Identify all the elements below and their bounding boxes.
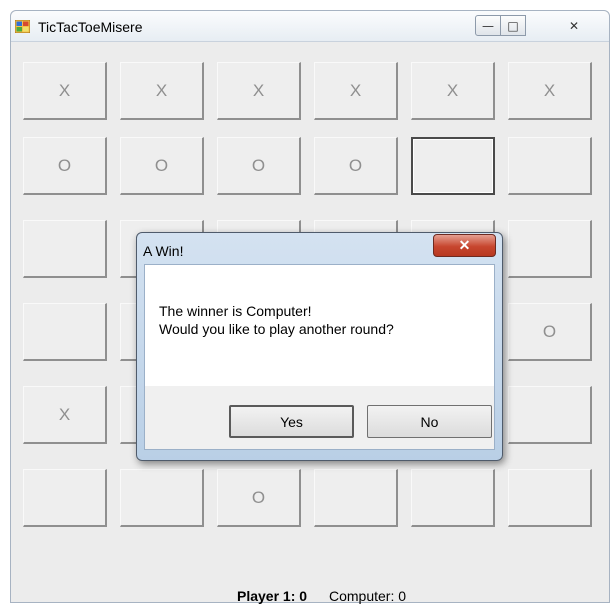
board-cell-r6-c1[interactable] (23, 469, 107, 527)
dialog-message: The winner is Computer! Would you like t… (159, 302, 394, 338)
title-bar[interactable]: TicTacToeMisere — □ ✕ (11, 11, 609, 42)
yes-button[interactable]: Yes (229, 405, 354, 438)
board-cell-r5-c1[interactable]: X (23, 386, 107, 444)
board-cell-r2-c4[interactable]: O (314, 137, 398, 195)
board-cell-r2-c6[interactable] (508, 137, 592, 195)
minimize-button[interactable]: — (475, 15, 501, 36)
board-cell-r6-c3[interactable]: O (217, 469, 301, 527)
board-cell-r2-c2[interactable]: O (120, 137, 204, 195)
no-button[interactable]: No (367, 405, 492, 438)
board-cell-r3-c1[interactable] (23, 220, 107, 278)
dialog-title: A Win! (143, 243, 184, 259)
board-cell-r6-c2[interactable] (120, 469, 204, 527)
board-cell-r2-c5[interactable] (411, 137, 495, 195)
board-cell-r1-c5[interactable]: X (411, 62, 495, 120)
board-cell-r2-c3[interactable]: O (217, 137, 301, 195)
board-cell-r4-c1[interactable] (23, 303, 107, 361)
win-dialog: A Win! ✕ The winner is Computer! Would y… (136, 232, 503, 461)
close-button[interactable]: ✕ (525, 15, 601, 36)
dialog-message-line-1: The winner is Computer! (159, 303, 312, 319)
board-cell-r6-c4[interactable] (314, 469, 398, 527)
window-title: TicTacToeMisere (38, 19, 143, 35)
dialog-footer: Yes No (145, 386, 494, 449)
close-icon: ✕ (568, 18, 579, 33)
dialog-message-line-2: Would you like to play another round? (159, 321, 394, 337)
board-cell-r1-c3[interactable]: X (217, 62, 301, 120)
board-cell-r6-c5[interactable] (411, 469, 495, 527)
computer-score: Computer: 0 (329, 588, 407, 604)
board-cell-r3-c6[interactable] (508, 220, 592, 278)
board-cell-r2-c1[interactable]: O (23, 137, 107, 195)
board-cell-r1-c4[interactable]: X (314, 62, 398, 120)
dialog-close-button[interactable]: ✕ (433, 234, 496, 257)
dialog-body: The winner is Computer! Would you like t… (144, 264, 495, 450)
board-cell-r4-c6[interactable]: O (508, 303, 592, 361)
maximize-button[interactable]: □ (500, 15, 526, 36)
board-cell-r5-c6[interactable] (508, 386, 592, 444)
player-score: Player 1: 0 (237, 588, 308, 604)
minimize-icon: — (482, 18, 494, 33)
close-icon: ✕ (458, 237, 471, 253)
board-cell-r6-c6[interactable] (508, 469, 592, 527)
board-cell-r1-c1[interactable]: X (23, 62, 107, 120)
board-cell-r1-c6[interactable]: X (508, 62, 592, 120)
maximize-icon: □ (507, 18, 519, 33)
board-cell-r1-c2[interactable]: X (120, 62, 204, 120)
app-icon (15, 20, 30, 33)
